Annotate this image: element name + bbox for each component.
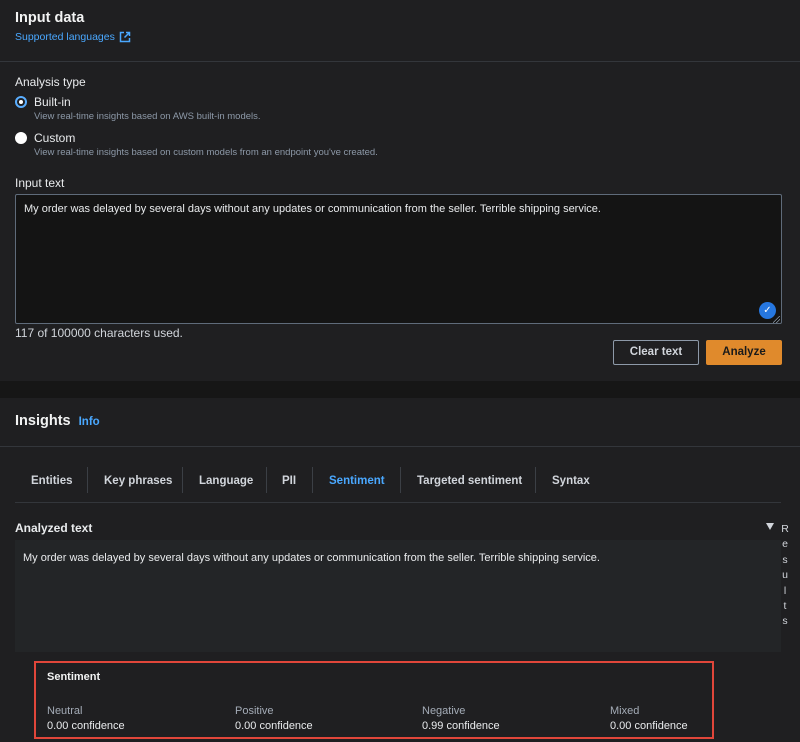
tab-separator (87, 467, 88, 493)
divider (15, 502, 781, 503)
char-count: 117 of 100000 characters used. (15, 326, 183, 340)
caret-down-icon[interactable] (766, 523, 774, 530)
results-vertical-label[interactable]: R e s u l t s (781, 522, 789, 630)
sentiment-name: Neutral (47, 705, 83, 717)
tab-separator (312, 467, 313, 493)
tab-pii[interactable]: PII (282, 475, 296, 487)
sentiment-negative: Negative 0.99 confidence (422, 705, 500, 732)
sentiment-name: Mixed (610, 705, 640, 717)
input-data-title: Input data (15, 10, 85, 26)
results-letter: l (783, 584, 787, 597)
results-letter: R (781, 523, 789, 535)
analyzed-text-label: Analyzed text (15, 521, 93, 535)
radio-custom-description: View real-time insights based on custom … (34, 147, 378, 158)
sentiment-title: Sentiment (47, 671, 101, 683)
sentiment-mixed: Mixed 0.00 confidence (610, 705, 688, 732)
divider (0, 446, 800, 447)
radio-custom-indicator[interactable] (15, 132, 27, 144)
radio-builtin-indicator[interactable] (15, 96, 27, 108)
insights-title: Insights (15, 413, 71, 429)
tab-separator (266, 467, 267, 493)
results-letter: t (783, 600, 787, 613)
sentiment-confidence: 0.99 confidence (422, 720, 500, 732)
tab-separator (182, 467, 183, 493)
external-link-icon (119, 31, 131, 43)
supported-languages-label: Supported languages (15, 31, 115, 43)
analyze-button[interactable]: Analyze (706, 340, 782, 365)
sentiment-name: Negative (422, 705, 466, 717)
resize-handle-icon[interactable] (773, 316, 780, 323)
results-letter: s (782, 553, 788, 566)
radio-custom-label: Custom (34, 131, 76, 145)
results-letter: e (782, 538, 788, 551)
input-text-label: Input text (15, 176, 65, 190)
tab-language[interactable]: Language (199, 475, 253, 487)
tab-separator (535, 467, 536, 493)
tab-key-phrases[interactable]: Key phrases (104, 475, 172, 487)
analyzed-text-box: My order was delayed by several days wit… (15, 540, 781, 652)
tab-syntax[interactable]: Syntax (552, 475, 590, 487)
sentiment-result-box: Sentiment Neutral 0.00 confidence Positi… (34, 661, 714, 739)
divider (0, 61, 800, 62)
tab-sentiment[interactable]: Sentiment (329, 475, 385, 487)
supported-languages-link[interactable]: Supported languages (15, 31, 131, 43)
insights-header: Insights Info (15, 413, 100, 429)
tab-separator (400, 467, 401, 493)
clear-text-button[interactable]: Clear text (613, 340, 699, 365)
info-link[interactable]: Info (79, 416, 100, 428)
tab-targeted-sentiment[interactable]: Targeted sentiment (417, 475, 522, 487)
sentiment-confidence: 0.00 confidence (610, 720, 688, 732)
sentiment-neutral: Neutral 0.00 confidence (47, 705, 125, 732)
radio-builtin-label: Built-in (34, 95, 71, 109)
sentiment-confidence: 0.00 confidence (47, 720, 125, 732)
results-letter: u (782, 569, 788, 582)
results-letter: s (782, 615, 788, 628)
sentiment-name: Positive (235, 705, 274, 717)
analysis-type-label: Analysis type (15, 75, 86, 89)
radio-builtin-description: View real-time insights based on AWS bui… (34, 111, 261, 122)
tab-entities[interactable]: Entities (31, 475, 73, 487)
sentiment-confidence: 0.00 confidence (235, 720, 313, 732)
sentiment-positive: Positive 0.00 confidence (235, 705, 313, 732)
input-text-area[interactable]: My order was delayed by several days wit… (15, 194, 782, 324)
